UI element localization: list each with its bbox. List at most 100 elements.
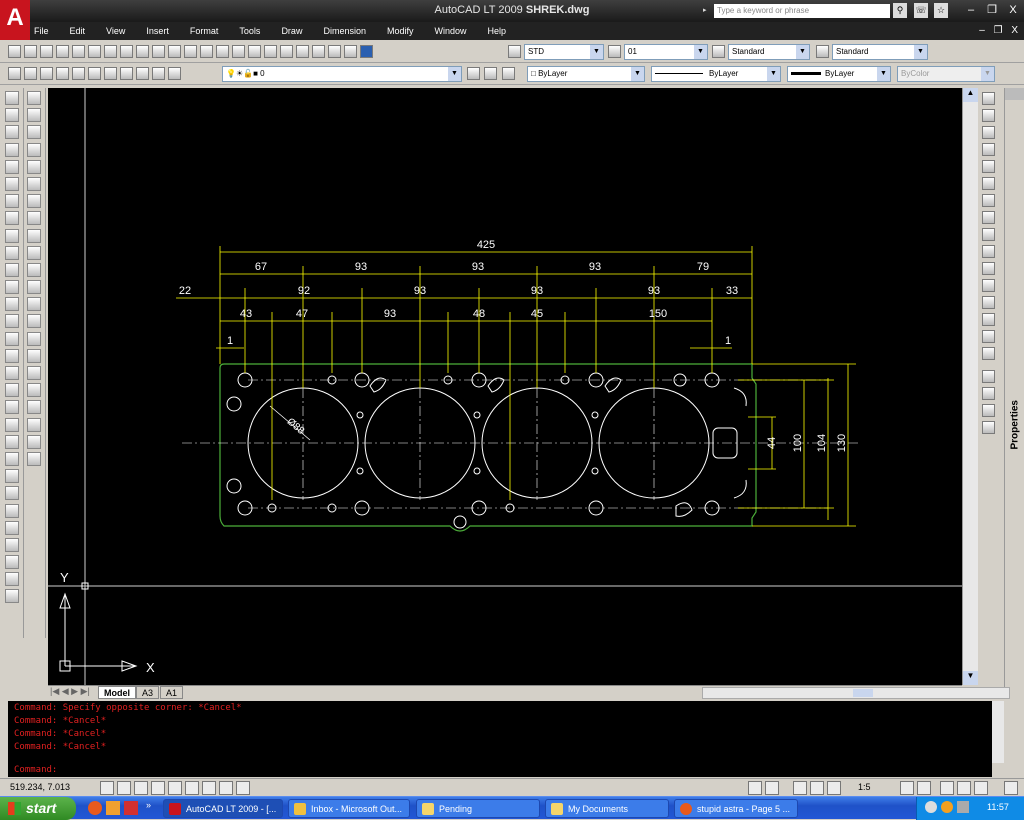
revcloud-icon[interactable] <box>5 211 19 226</box>
horizontal-scrollbar[interactable] <box>702 687 1010 699</box>
dim-text-edit-icon[interactable] <box>5 451 19 466</box>
draworder-front-icon[interactable] <box>982 370 995 383</box>
firefox-quicklaunch-icon[interactable] <box>88 801 102 815</box>
layout-space-icon[interactable] <box>765 781 779 795</box>
dim-diameter-icon[interactable] <box>5 348 19 363</box>
explode-icon[interactable] <box>982 347 995 360</box>
dim-ordinate-icon[interactable] <box>5 314 19 329</box>
clean-screen-icon[interactable] <box>1004 781 1018 795</box>
dimension-style-select[interactable]: 01 ▼ <box>624 44 708 60</box>
tab-a3[interactable]: A3 <box>136 686 160 699</box>
break-icon[interactable] <box>982 279 995 292</box>
layer-match-icon[interactable] <box>136 67 149 80</box>
annotation-scale[interactable]: 1:5 <box>858 782 871 792</box>
redo-icon[interactable] <box>200 45 213 58</box>
ray-icon[interactable] <box>27 108 41 123</box>
outlook-quicklaunch-icon[interactable] <box>106 801 120 815</box>
wipeout-icon[interactable] <box>27 400 41 415</box>
polygon2-icon[interactable] <box>27 142 41 157</box>
spline-icon[interactable] <box>5 228 19 243</box>
tool-palettes-icon[interactable] <box>312 45 325 58</box>
task-my-documents[interactable]: My Documents <box>545 799 669 818</box>
circle2-icon[interactable] <box>27 194 41 209</box>
array-icon[interactable] <box>982 160 995 173</box>
make-current-icon[interactable] <box>467 67 480 80</box>
steering-wheel-icon[interactable] <box>827 781 841 795</box>
menu-edit[interactable]: Edit <box>70 22 86 40</box>
model-space-icon[interactable] <box>748 781 762 795</box>
dim-baseline-icon[interactable] <box>5 383 19 398</box>
task-pending[interactable]: Pending <box>416 799 540 818</box>
ellipse-icon[interactable] <box>5 245 19 260</box>
application-menu-button[interactable]: A <box>0 0 30 40</box>
rectangle2-icon[interactable] <box>27 159 41 174</box>
circle-icon[interactable] <box>5 194 19 209</box>
menu-help[interactable]: Help <box>488 22 507 40</box>
boundary-icon[interactable] <box>27 434 41 449</box>
gradient-icon[interactable] <box>27 331 41 346</box>
layer-select[interactable]: 💡☀🔓■ 0 ▼ <box>222 66 462 82</box>
paste-icon[interactable] <box>152 45 165 58</box>
vertical-scrollbar[interactable]: ▲ ▼ <box>962 88 978 685</box>
copy-icon[interactable] <box>136 45 149 58</box>
tray-icon-c[interactable] <box>957 801 969 813</box>
ortho-toggle-icon[interactable] <box>134 781 148 795</box>
layer-walk-icon[interactable] <box>152 67 165 80</box>
plot-preview-icon[interactable] <box>72 45 85 58</box>
dim-continue-icon[interactable] <box>5 400 19 415</box>
rotate-icon[interactable] <box>982 194 995 207</box>
help-icon[interactable] <box>360 45 373 58</box>
workspace-icon[interactable] <box>940 781 954 795</box>
design-center-icon[interactable] <box>296 45 309 58</box>
dim-edit-icon[interactable] <box>5 434 19 449</box>
zoom-realtime-icon[interactable] <box>232 45 245 58</box>
layer-freeze-icon[interactable] <box>104 67 117 80</box>
polar-toggle-icon[interactable] <box>151 781 165 795</box>
quick-properties-icon[interactable] <box>236 781 250 795</box>
tolerance-icon[interactable] <box>5 417 19 432</box>
text-edit-icon[interactable] <box>5 520 19 535</box>
match-properties-icon[interactable] <box>168 45 181 58</box>
undo-icon[interactable] <box>184 45 197 58</box>
auto-scale-icon[interactable] <box>917 781 931 795</box>
lock-ui-icon[interactable] <box>957 781 971 795</box>
hscroll-thumb[interactable] <box>853 689 873 697</box>
dim-linear-icon[interactable] <box>5 262 19 277</box>
polygon-icon[interactable] <box>5 142 19 157</box>
copy-tool-icon[interactable] <box>982 109 995 122</box>
table-icon[interactable] <box>27 348 41 363</box>
dyn-toggle-icon[interactable] <box>202 781 216 795</box>
layer-unisolate-icon[interactable] <box>72 67 85 80</box>
line-icon[interactable] <box>5 91 19 105</box>
text-icon[interactable] <box>5 486 19 501</box>
menu-view[interactable]: View <box>106 22 125 40</box>
tray-icon-b[interactable] <box>941 801 953 813</box>
mleader-icon[interactable] <box>27 451 41 466</box>
dim-arc-icon[interactable] <box>5 297 19 312</box>
new-icon[interactable] <box>8 45 21 58</box>
draworder-back-icon[interactable] <box>982 387 995 400</box>
hatch-icon[interactable] <box>27 314 41 329</box>
restore-button[interactable]: ❐ <box>984 3 1000 18</box>
mirror-icon[interactable] <box>982 126 995 139</box>
draworder-below-icon[interactable] <box>982 421 995 434</box>
join-icon[interactable] <box>982 296 995 309</box>
cursor-coordinates[interactable]: 519.234, 7.013 <box>10 782 70 792</box>
sheet-set-icon[interactable] <box>328 45 341 58</box>
point-icon[interactable] <box>27 297 41 312</box>
multileader-style-icon[interactable] <box>816 45 829 58</box>
multiline-text-icon[interactable] <box>27 366 41 380</box>
close-button[interactable]: X <box>1005 3 1021 18</box>
annotation-visibility-icon[interactable] <box>900 781 914 795</box>
clock[interactable]: 11:57 <box>987 802 1009 812</box>
plot-icon[interactable] <box>56 45 69 58</box>
text-scale-icon[interactable] <box>5 572 19 587</box>
menu-format[interactable]: Format <box>190 22 219 40</box>
layer-previous-icon[interactable] <box>40 67 53 80</box>
menu-modify[interactable]: Modify <box>387 22 414 40</box>
draw-line-icon[interactable] <box>27 91 41 105</box>
leader-icon[interactable] <box>27 383 41 398</box>
polyline-icon[interactable] <box>5 125 19 140</box>
spell-check-icon[interactable] <box>5 537 19 552</box>
task-outlook[interactable]: Inbox - Microsoft Out... <box>288 799 410 818</box>
